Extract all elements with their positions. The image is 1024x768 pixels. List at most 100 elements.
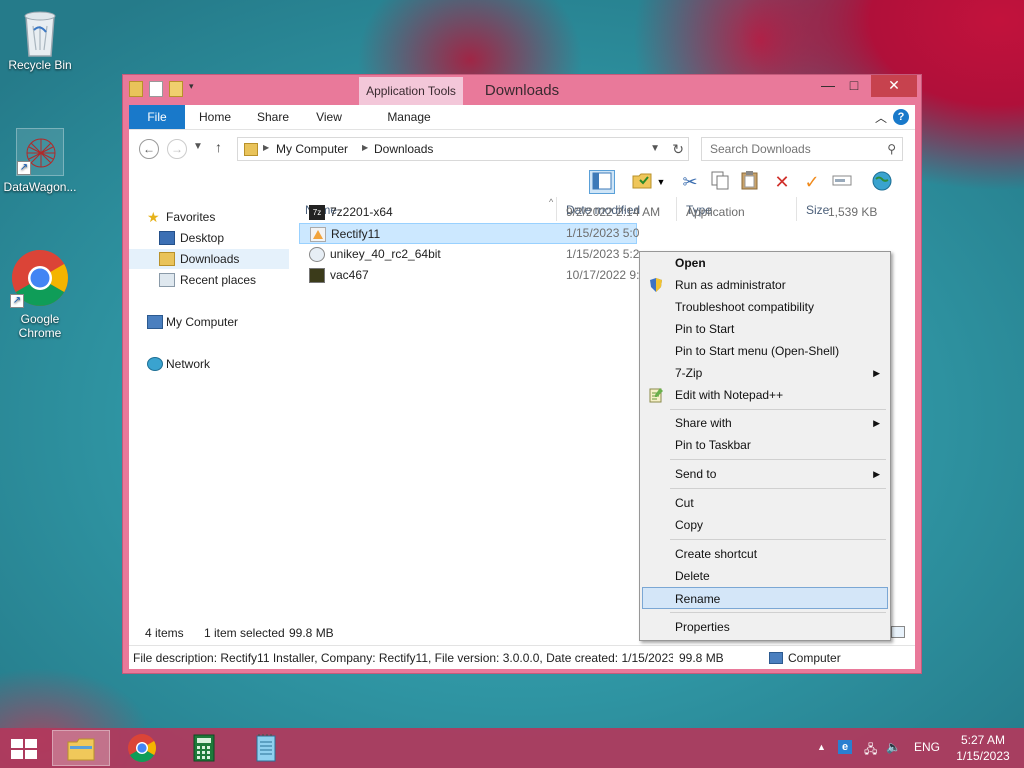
windows-logo-icon [11,739,37,759]
menu-item-pin-to-start-menu-open-shell[interactable]: Pin to Start menu (Open-Shell) [642,340,888,362]
title-bar[interactable]: ▾ Application Tools Downloads — □ ✕ [123,75,921,105]
taskbar: ▲ e 🖧 🔈 ENG 5:27 AM 1/15/2023 [0,728,1024,768]
nav-item-recent-places[interactable]: Recent places [129,270,289,290]
menu-item-create-shortcut[interactable]: Create shortcut [642,543,888,565]
nav-item-desktop[interactable]: Desktop [129,228,289,248]
nav-item-label: Network [166,357,211,371]
properties-check-icon[interactable]: ✓ [799,170,825,194]
menu-separator [670,459,886,460]
navigation-pane-icon[interactable] [589,170,615,194]
nav-item-network[interactable]: Network [129,354,289,374]
menu-item-label: Open [675,256,706,270]
address-bar[interactable]: ▶ My Computer ▶ Downloads ▼ ↻ [237,137,689,161]
tab-home[interactable]: Home [193,105,237,129]
maximize-button[interactable]: □ [841,75,867,97]
breadcrumb-separator-icon[interactable]: ▶ [362,143,368,152]
nav-item-label: Favorites [166,210,216,224]
nav-item-label: Downloads [180,252,240,266]
cut-icon[interactable]: ✂ [677,170,703,194]
up-button[interactable]: ↑ [215,139,222,155]
nav-item-label: Desktop [180,231,225,245]
desktop-icon-recycle-bin[interactable]: Recycle Bin [0,6,80,72]
computer-icon [147,315,163,329]
paste-icon[interactable] [737,170,763,194]
file-row[interactable]: 7z 7z2201-x64 9/2/2022 2:14 AM Applicati… [299,202,915,223]
submenu-arrow-icon: ▶ [873,469,880,479]
chevron-down-icon[interactable]: ▼ [655,170,667,194]
search-box[interactable]: ⚲ [701,137,903,161]
details-view-icon[interactable] [891,626,905,638]
volume-icon[interactable]: 🔈 [886,740,901,754]
file-name: Rectify11 [331,227,381,241]
tab-view[interactable]: View [309,105,349,129]
forward-button[interactable]: → [167,139,187,159]
nav-item-favorites[interactable]: ★ Favorites [129,207,289,227]
menu-item-pin-to-start[interactable]: Pin to Start [642,318,888,340]
breadcrumb-downloads[interactable]: Downloads [374,142,433,156]
globe-icon[interactable] [869,170,895,194]
menu-item-properties[interactable]: Properties [642,616,888,638]
desktop-icon-google-chrome[interactable]: ↗ Google Chrome [0,248,80,340]
menu-item-pin-to-taskbar[interactable]: Pin to Taskbar [642,434,888,456]
taskbar-app-notepad[interactable] [238,730,296,766]
menu-item-copy[interactable]: Copy [642,514,888,536]
menu-item-troubleshoot-compatibility[interactable]: Troubleshoot compatibility [642,296,888,318]
help-icon[interactable]: ? [893,109,909,125]
menu-item-label: Edit with Notepad++ [675,388,784,402]
menu-item-delete[interactable]: Delete [642,565,888,587]
delete-icon[interactable]: ✕ [769,170,795,194]
menu-item-label: Share with [675,416,732,430]
breadcrumb-separator-icon[interactable]: ▶ [263,143,269,152]
clock[interactable]: 5:27 AM 1/15/2023 [948,732,1018,764]
file-row[interactable]: Rectify11 1/15/2023 5:0 [299,223,915,244]
nav-item-my-computer[interactable]: My Computer [129,312,289,332]
window-title: Downloads [484,82,560,99]
menu-item-cut[interactable]: Cut [642,492,888,514]
details-size: 99.8 MB [679,651,724,665]
menu-separator [670,488,886,489]
taskbar-app-calculator[interactable] [176,730,234,766]
menu-item-label: Delete [675,569,710,583]
selection-count: 1 item selected [204,626,285,640]
nav-item-downloads[interactable]: Downloads [129,249,289,269]
copy-icon[interactable] [707,170,733,194]
menu-item-7zip[interactable]: 7-Zip ▶ [642,362,888,384]
menu-item-run-as-administrator[interactable]: Run as administrator [642,274,888,296]
minimize-button[interactable]: — [815,75,841,97]
search-icon[interactable]: ⚲ [887,142,896,156]
breadcrumb-my-computer[interactable]: My Computer [276,142,348,156]
ie-tray-icon[interactable]: e [838,740,852,754]
close-button[interactable]: ✕ [871,75,917,97]
start-button[interactable] [10,738,38,760]
taskbar-app-file-explorer[interactable] [52,730,110,766]
tab-share[interactable]: Share [253,105,293,129]
search-input[interactable] [702,138,872,160]
rename-icon[interactable] [829,170,855,194]
language-indicator[interactable]: ENG [914,740,940,754]
menu-item-label: Troubleshoot compatibility [675,300,814,314]
chevron-down-icon[interactable]: ▼ [650,143,660,154]
folder-options-icon[interactable] [629,170,655,194]
show-hidden-icons-icon[interactable]: ▲ [817,742,826,752]
star-icon: ★ [147,209,160,225]
menu-item-label: Cut [675,496,694,510]
network-tray-icon[interactable]: 🖧 [864,740,877,761]
tab-manage[interactable]: Manage [379,105,439,129]
taskbar-app-chrome[interactable] [114,730,172,766]
recent-locations-icon[interactable]: ▼ [193,141,203,152]
tab-file[interactable]: File [129,105,185,129]
7zip-app-icon: 7z [309,205,325,220]
menu-item-label: Pin to Start [675,322,735,336]
menu-item-open[interactable]: Open [642,252,888,274]
menu-item-send-to[interactable]: Send to ▶ [642,463,888,485]
desktop-icon-datawagon[interactable]: ↗ DataWagon... [0,128,80,194]
refresh-icon[interactable]: ↻ [672,141,684,158]
menu-item-rename[interactable]: Rename [642,587,888,609]
back-button[interactable]: ← [139,139,159,159]
menu-item-share-with[interactable]: Share with ▶ [642,412,888,434]
recycle-bin-icon [16,6,64,57]
desktop-icon-label: Recycle Bin [8,58,72,72]
installer-icon [310,227,326,242]
expand-ribbon-icon[interactable]: ︿ [875,109,887,126]
menu-item-edit-with-notepad-plus-plus[interactable]: Edit with Notepad++ [642,384,888,406]
